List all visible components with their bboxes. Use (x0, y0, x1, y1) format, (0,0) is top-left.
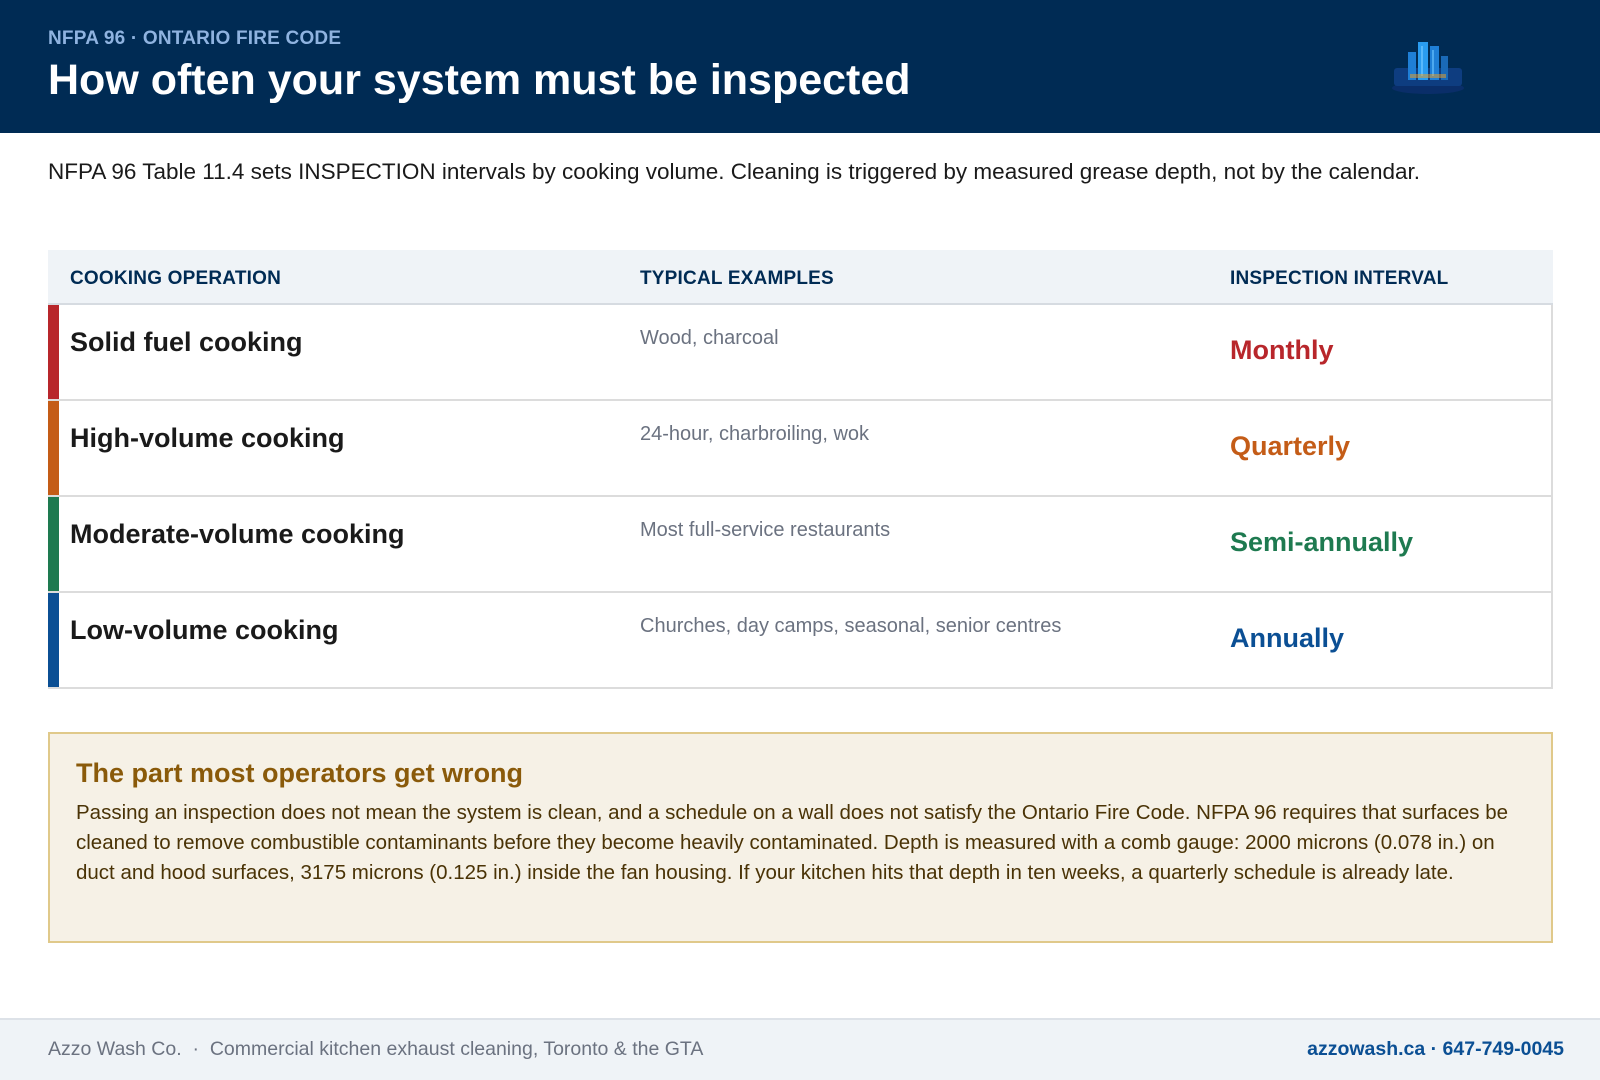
cooking-operation: Moderate-volume cooking (70, 519, 405, 549)
table-row: Solid fuel cooking Wood, charcoal Monthl… (48, 305, 1553, 401)
callout-body: Passing an inspection does not mean the … (76, 801, 1508, 884)
intro-text: NFPA 96 Table 11.4 sets INSPECTION inter… (48, 159, 1420, 184)
warning-callout: The part most operators get wrong Passin… (48, 732, 1553, 943)
row-color-bar (48, 593, 59, 687)
column-header-interval: INSPECTION INTERVAL (1230, 268, 1449, 289)
column-header-operation: COOKING OPERATION (70, 268, 281, 289)
table-row: High-volume cooking 24-hour, charbroilin… (48, 401, 1553, 497)
footer-separator: · (192, 1038, 200, 1060)
page-footer: Azzo Wash Co. · Commercial kitchen exhau… (0, 1018, 1600, 1080)
typical-examples: Churches, day camps, seasonal, senior ce… (640, 615, 1062, 637)
column-header-examples: TYPICAL EXAMPLES (640, 268, 834, 289)
page-title: How often your system must be inspected (48, 56, 911, 104)
building-logo-icon (1392, 42, 1464, 94)
table-header: COOKING OPERATION TYPICAL EXAMPLES INSPE… (48, 250, 1553, 305)
eyebrow-label: NFPA 96 · ONTARIO FIRE CODE (48, 28, 342, 49)
row-color-bar (48, 497, 59, 591)
table-row: Moderate-volume cooking Most full-servic… (48, 497, 1553, 593)
page-header: NFPA 96 · ONTARIO FIRE CODE How often yo… (0, 0, 1600, 133)
company-tagline: Commercial kitchen exhaust cleaning, Tor… (209, 1038, 704, 1060)
row-color-bar (48, 305, 59, 399)
cooking-operation: High-volume cooking (70, 423, 345, 453)
company-name: Azzo Wash Co. (48, 1038, 182, 1060)
inspection-interval: Monthly (1230, 335, 1334, 365)
typical-examples: 24-hour, charbroiling, wok (640, 423, 870, 445)
footer-contact-link[interactable]: azzowash.ca · 647-749-0045 (1307, 1038, 1564, 1061)
footer-company-info: Azzo Wash Co. · Commercial kitchen exhau… (48, 1038, 703, 1061)
cooking-operation: Solid fuel cooking (70, 327, 303, 357)
typical-examples: Most full-service restaurants (640, 519, 891, 541)
inspection-interval: Semi-annually (1230, 527, 1414, 557)
callout-title: The part most operators get wrong (76, 758, 524, 788)
row-color-bar (48, 401, 59, 495)
inspection-interval: Annually (1230, 623, 1345, 653)
inspection-table: COOKING OPERATION TYPICAL EXAMPLES INSPE… (48, 250, 1553, 689)
typical-examples: Wood, charcoal (640, 327, 779, 349)
cooking-operation: Low-volume cooking (70, 615, 339, 645)
inspection-interval: Quarterly (1230, 431, 1351, 461)
table-row: Low-volume cooking Churches, day camps, … (48, 593, 1553, 689)
